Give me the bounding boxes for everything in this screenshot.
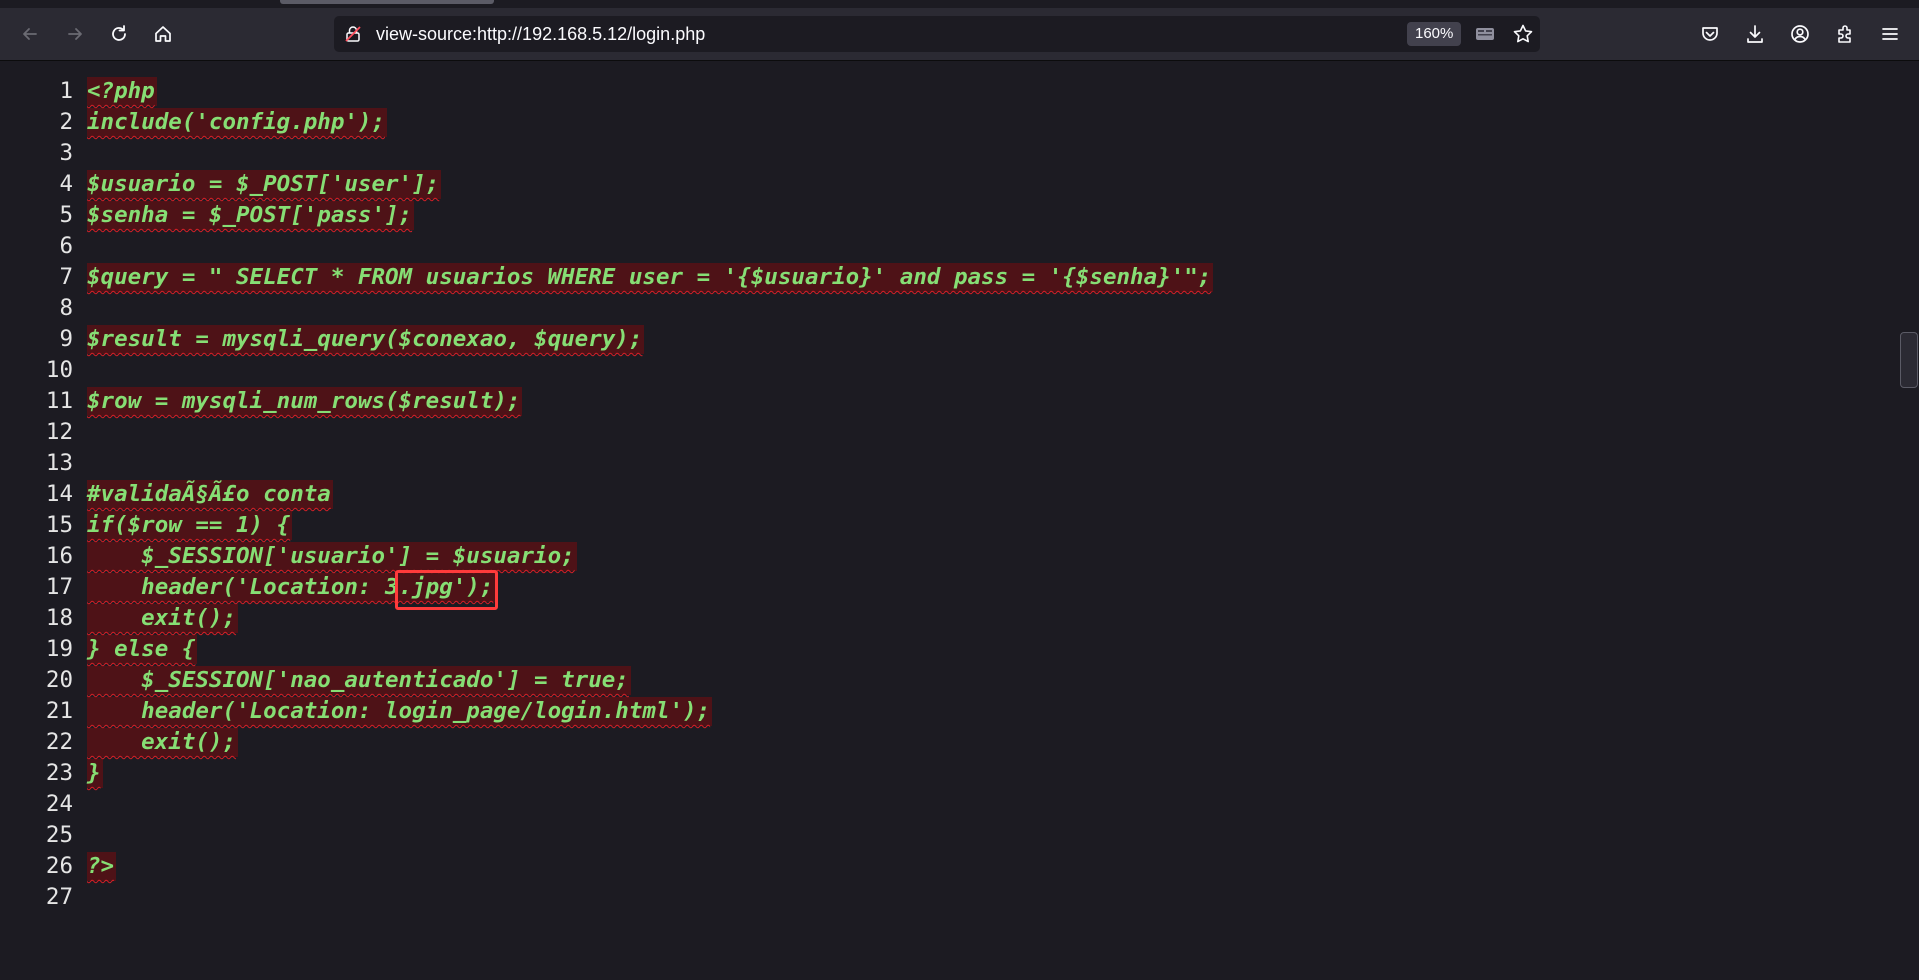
line-number: 7 [59, 264, 73, 290]
url-text[interactable]: view-source:http://192.168.5.12/login.ph… [376, 16, 705, 52]
line-number: 18 [45, 605, 73, 631]
account-icon [1791, 25, 1809, 43]
downloads-button[interactable] [1740, 19, 1770, 49]
source-line-text: header('Location: login_page/login.html'… [87, 697, 713, 726]
extensions-button[interactable] [1830, 19, 1860, 49]
line-number: 16 [45, 543, 73, 569]
line-number: 12 [45, 419, 73, 445]
line-number: 27 [45, 884, 73, 910]
source-line-text: $_SESSION['nao_autenticado'] = true; [87, 666, 631, 695]
back-button[interactable] [15, 19, 45, 49]
line-number: 1 [59, 78, 73, 104]
source-line-text: $_SESSION['usuario'] = $usuario; [87, 542, 577, 571]
source-line-text: exit(); [87, 728, 239, 757]
home-button[interactable] [148, 19, 178, 49]
source-line-text: ?> [87, 852, 117, 881]
line-number: 23 [45, 760, 73, 786]
source-line-text: $result = mysqli_query($conexao, $query)… [87, 325, 645, 354]
tab-strip [0, 0, 1919, 8]
back-arrow-icon [23, 28, 37, 40]
forward-button[interactable] [60, 19, 90, 49]
reader-view-icon[interactable] [1474, 23, 1496, 45]
app-menu-button[interactable] [1875, 19, 1905, 49]
line-number: 8 [59, 295, 73, 321]
source-line-text: } else { [87, 635, 198, 664]
line-number: 11 [45, 388, 73, 414]
line-number: 15 [45, 512, 73, 538]
line-number: 20 [45, 667, 73, 693]
line-number: 4 [59, 171, 73, 197]
line-number: 5 [59, 202, 73, 228]
source-line-text: $row = mysqli_num_rows($result); [87, 387, 523, 416]
source-line-text: <?php [87, 77, 157, 106]
line-number: 22 [45, 729, 73, 755]
source-line-text: include('config.php'); [87, 108, 388, 137]
reload-icon [112, 25, 126, 41]
source-line-text: $usuario = $_POST['user']; [87, 170, 442, 199]
line-number: 13 [45, 450, 73, 476]
zoom-level-badge[interactable]: 160% [1407, 22, 1462, 46]
hamburger-menu-icon [1882, 28, 1898, 40]
source-line-text: $senha = $_POST['pass']; [87, 201, 415, 230]
scroll-marker[interactable] [1900, 332, 1918, 388]
line-number: 17 [45, 574, 73, 600]
browser-toolbar: view-source:http://192.168.5.12/login.ph… [0, 8, 1919, 61]
line-number: 24 [45, 791, 73, 817]
source-line-text: } [87, 759, 103, 788]
line-number: 3 [59, 140, 73, 166]
line-number: 21 [45, 698, 73, 724]
line-number: 6 [59, 233, 73, 259]
source-line-text: $query = " SELECT * FROM usuarios WHERE … [87, 263, 1214, 292]
pocket-button[interactable] [1695, 19, 1725, 49]
reload-button[interactable] [104, 19, 134, 49]
line-number: 19 [45, 636, 73, 662]
active-tab-indicator[interactable] [280, 0, 494, 4]
line-number: 26 [45, 853, 73, 879]
download-icon [1747, 25, 1763, 43]
line-number: 9 [59, 326, 73, 352]
source-line-text: #validaÃ§Ã£o conta [87, 480, 333, 509]
source-code-view: 1 <?php 2 include('config.php'); 3 4 $usuario … [0, 61, 1919, 980]
line-number: 2 [59, 109, 73, 135]
source-line-text: if($row == 1) { [87, 511, 293, 540]
url-bar[interactable]: view-source:http://192.168.5.12/login.ph… [334, 16, 1540, 52]
insecure-lock-icon[interactable] [344, 25, 362, 43]
forward-arrow-icon [68, 28, 82, 40]
annotation-highlight-box [395, 570, 498, 610]
home-icon [155, 26, 171, 42]
account-button[interactable] [1785, 19, 1815, 49]
extensions-icon [1838, 25, 1851, 43]
pocket-icon [1702, 27, 1718, 41]
line-number: 14 [45, 481, 73, 507]
line-number: 25 [45, 822, 73, 848]
bookmark-star-icon[interactable] [1512, 23, 1534, 45]
line-number: 10 [45, 357, 73, 383]
source-line-text: exit(); [87, 604, 239, 633]
